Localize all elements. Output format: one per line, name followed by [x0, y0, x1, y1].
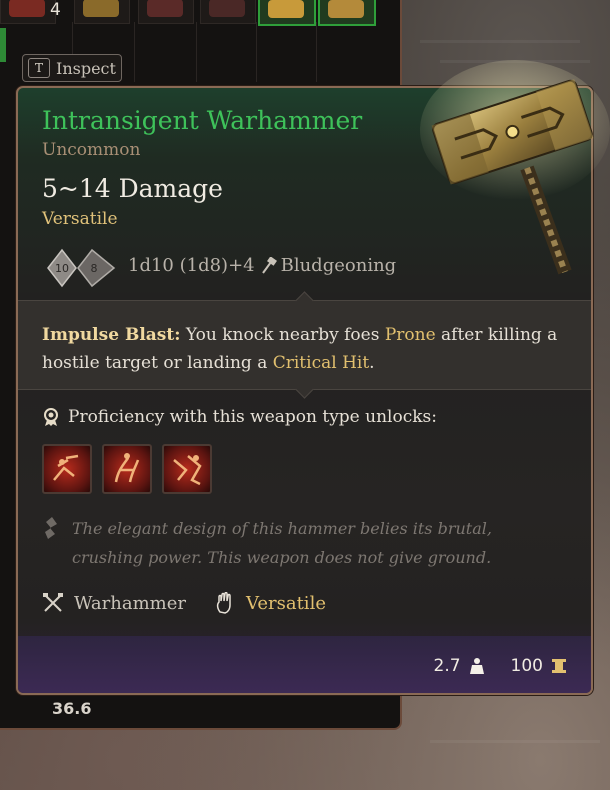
lore-quill-icon	[45, 517, 57, 539]
grid-divider	[256, 22, 257, 82]
inventory-slot[interactable]	[0, 0, 56, 24]
passive-section: Impulse Blast: You knock nearby foes Pro…	[18, 291, 591, 399]
inventory-slot-equipped[interactable]	[258, 0, 316, 26]
bg-stripe	[420, 40, 580, 43]
warhammer-artwork	[420, 60, 610, 275]
item-rarity: Uncommon	[42, 140, 141, 160]
passive-name: Impulse Blast:	[42, 325, 181, 345]
item-damage: 5~14 Damage	[42, 174, 223, 203]
proficiency-header: Proficiency with this weapon type unlock…	[42, 407, 437, 427]
item-tags: Warhammer Versatile	[42, 592, 326, 614]
concussive-smash-icon	[114, 453, 140, 483]
inspect-label: Inspect	[56, 58, 116, 78]
inventory-weight-total: 36.6	[52, 699, 92, 718]
warhammer-type-icon	[43, 593, 63, 612]
proficiency-medal-icon	[44, 408, 58, 426]
keyword-critical-hit[interactable]: Critical Hit	[273, 353, 369, 373]
action-icon-concussive-smash[interactable]	[102, 444, 152, 494]
stack-count: 4	[50, 0, 61, 20]
inventory-slot[interactable]	[74, 0, 130, 24]
grid-divider	[134, 22, 135, 82]
inventory-slot[interactable]	[138, 0, 194, 24]
item-thumbnail	[328, 0, 364, 18]
item-thumbnail	[83, 0, 119, 17]
weapon-property: Versatile	[42, 209, 118, 229]
inventory-slot-equipped[interactable]	[318, 0, 376, 26]
rush-attack-icon	[173, 455, 202, 486]
weight-icon	[469, 658, 484, 674]
section-notch	[295, 380, 314, 399]
keyword-prone[interactable]: Prone	[385, 325, 436, 345]
item-stats: 2.7 100	[434, 656, 568, 676]
lore-text: The elegant design of this hammer belies…	[72, 519, 492, 567]
versatile-tag[interactable]: Versatile	[246, 593, 326, 614]
bg-stripe	[430, 740, 600, 743]
gold-icon	[552, 659, 566, 673]
weapon-type-tag[interactable]: Warhammer	[74, 593, 186, 614]
item-thumbnail	[209, 0, 245, 17]
passive-text: You knock nearby foes	[180, 325, 385, 345]
hand-icon	[216, 592, 231, 614]
inspect-button[interactable]: T Inspect	[22, 54, 122, 82]
action-icon-rush-attack[interactable]	[162, 444, 212, 494]
item-name: Intransigent Warhammer	[42, 106, 363, 135]
passive-text: .	[369, 353, 375, 373]
proficiency-header-text: Proficiency with this weapon type unlock…	[68, 407, 437, 427]
item-value: 100	[510, 656, 543, 676]
damage-formula-row: 1d10 (1d8)+4 Bludgeoning	[128, 255, 396, 276]
tooltip-footer: 2.7 100	[18, 636, 591, 693]
dice-icon: 10 8	[47, 248, 116, 288]
item-thumbnail	[9, 0, 45, 17]
equipped-slot-edge	[0, 28, 6, 62]
grid-divider	[316, 22, 317, 82]
die-d10-label: 10	[55, 262, 69, 275]
dice-formula: 1d10 (1d8)+4	[128, 255, 255, 276]
section-notch	[295, 291, 314, 310]
bludgeoning-icon	[261, 256, 277, 274]
topple-icon	[53, 454, 79, 481]
inspect-key-hint: T	[28, 58, 50, 78]
proficiency-actions	[42, 444, 212, 494]
inventory-slot[interactable]	[200, 0, 256, 24]
passive-description: Impulse Blast: You knock nearby foes Pro…	[42, 321, 562, 377]
item-thumbnail	[268, 0, 304, 18]
action-icon-topple[interactable]	[42, 444, 92, 494]
die-d8-label: 8	[91, 262, 98, 275]
grid-divider	[196, 22, 197, 82]
damage-type: Bludgeoning	[280, 255, 397, 276]
item-weight: 2.7	[433, 656, 461, 676]
item-thumbnail	[147, 0, 183, 17]
